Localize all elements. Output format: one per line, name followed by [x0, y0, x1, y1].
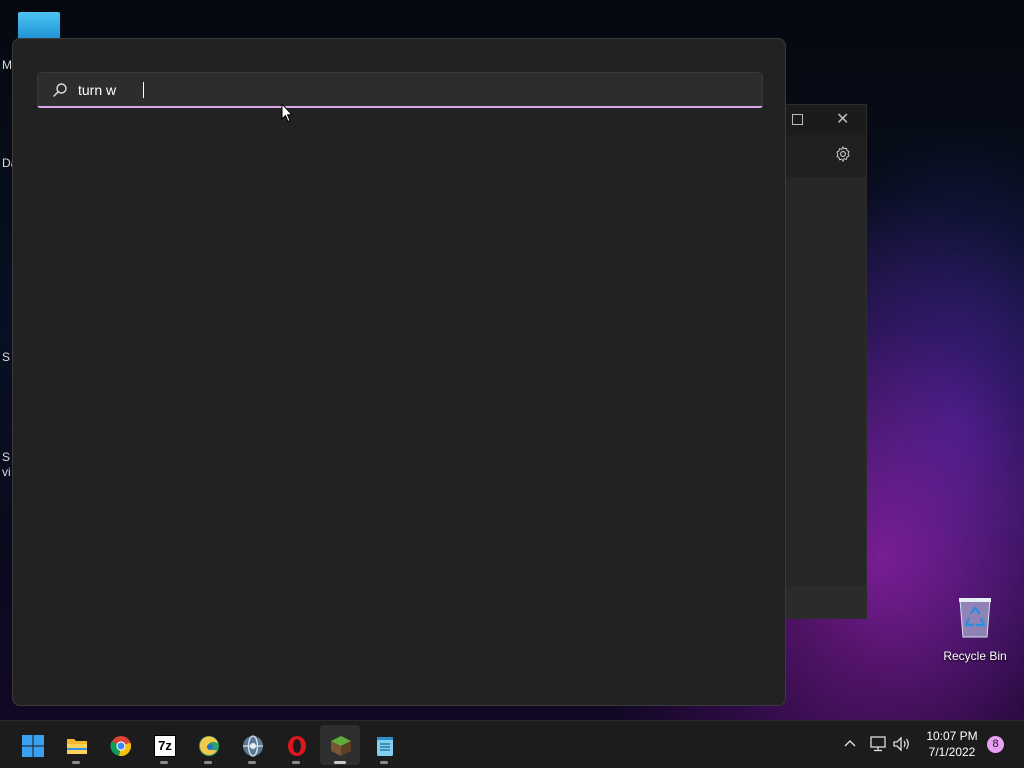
desktop-icon-label-partial: S [2, 450, 11, 464]
taskbar-opera[interactable] [276, 725, 316, 765]
taskbar: 7z 10:07 PM 7/1/2022 8 [0, 720, 1024, 768]
folder-icon [67, 739, 87, 754]
clock-date: 7/1/2022 [928, 745, 976, 759]
maximize-icon[interactable] [792, 114, 803, 125]
desktop-icon-label-partial: M [2, 58, 12, 72]
window-content [786, 177, 866, 586]
clock-time: 10:07 PM [926, 729, 978, 743]
taskbar-chrome[interactable] [100, 725, 140, 765]
globe-app-icon [243, 735, 263, 757]
7zip-icon: 7z [154, 735, 176, 757]
recycle-bin[interactable]: Recycle Bin [940, 596, 1010, 663]
recycle-bin-label: Recycle Bin [943, 649, 1007, 663]
chrome-icon [110, 736, 131, 756]
opera-icon [288, 736, 306, 756]
running-indicator [380, 761, 388, 764]
desktop-icon-label-partial: vi [2, 465, 11, 479]
taskbar-minecraft[interactable] [320, 725, 360, 765]
running-indicator [334, 761, 346, 764]
network-icon[interactable] [868, 735, 888, 753]
search-panel [12, 38, 786, 706]
running-indicator [248, 761, 256, 764]
background-window[interactable]: ✕ [786, 104, 867, 619]
running-indicator [204, 761, 212, 764]
desktop-icon-partial[interactable] [18, 12, 60, 40]
notepad-icon [377, 737, 393, 756]
start-button[interactable] [12, 725, 52, 765]
gear-icon[interactable] [834, 145, 852, 163]
search-input[interactable] [78, 79, 738, 101]
taskbar-notepad[interactable] [364, 725, 404, 765]
taskbar-file-explorer[interactable] [56, 725, 96, 765]
edge-icon [199, 736, 219, 756]
taskbar-edge[interactable] [188, 725, 228, 765]
window-titlebar[interactable]: ✕ [786, 105, 866, 135]
taskbar-7zip[interactable]: 7z [144, 725, 184, 765]
notification-badge[interactable]: 8 [987, 736, 1004, 753]
volume-icon[interactable] [892, 735, 912, 753]
search-icon [53, 83, 67, 97]
mouse-cursor-icon [281, 103, 293, 123]
chevron-up-icon[interactable] [842, 735, 858, 751]
window-footer [786, 586, 866, 618]
search-box[interactable] [37, 72, 763, 108]
running-indicator [160, 761, 168, 764]
desktop-icon-label-partial: S [2, 350, 11, 364]
recycle-bin-icon [959, 598, 991, 638]
close-icon[interactable]: ✕ [836, 109, 849, 129]
running-indicator [292, 761, 300, 764]
text-caret [143, 82, 144, 98]
7zip-icon-label: 7z [158, 738, 172, 753]
taskbar-clock[interactable]: 10:07 PM 7/1/2022 [918, 728, 986, 760]
running-indicator [72, 761, 80, 764]
taskbar-app-globe[interactable] [232, 725, 272, 765]
windows-logo-icon [22, 735, 44, 757]
minecraft-block-icon [331, 736, 351, 756]
